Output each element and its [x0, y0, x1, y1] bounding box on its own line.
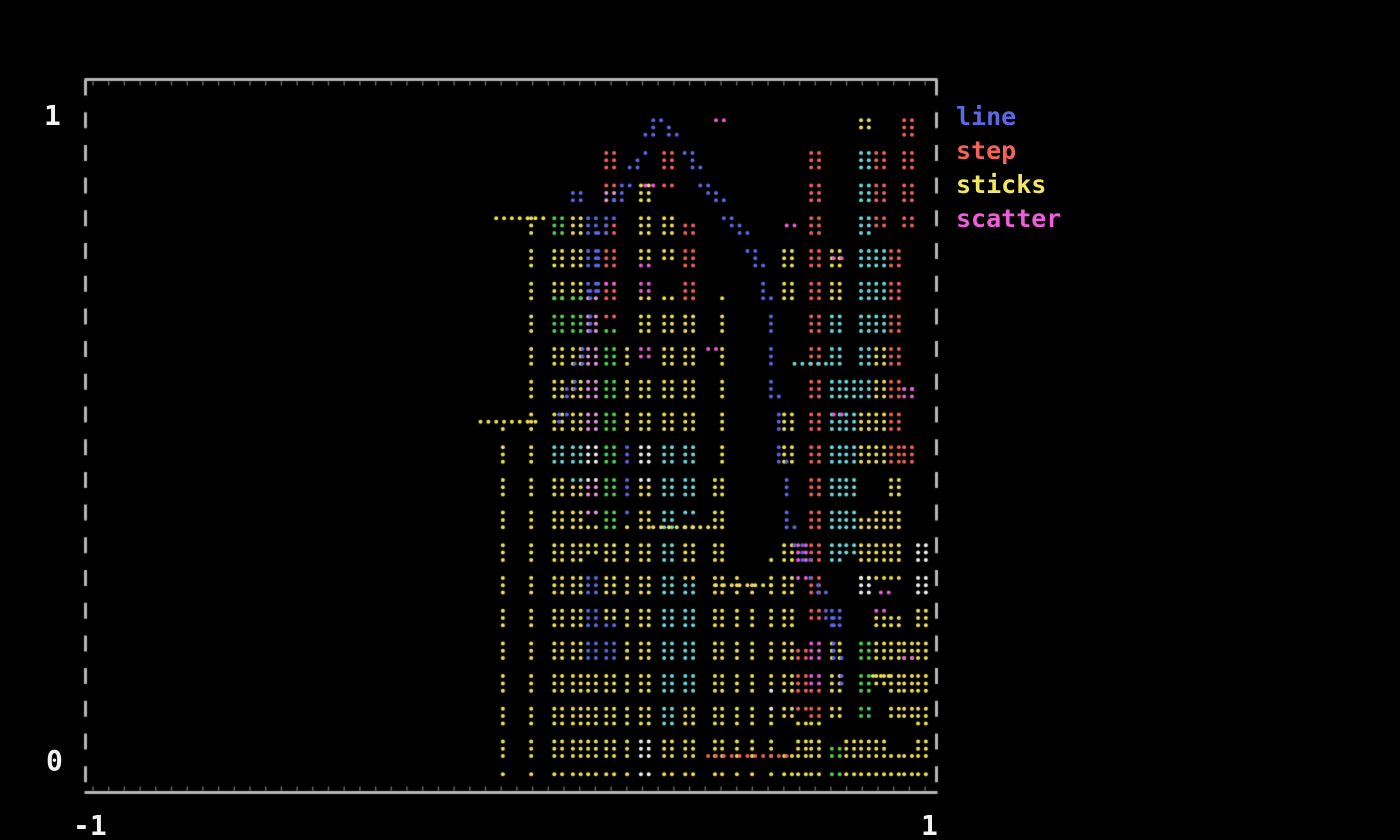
legend-item-scatter: scatter: [956, 202, 1061, 236]
x-axis-right-tick-label: 1: [921, 812, 938, 840]
plot-canvas: [0, 0, 1400, 840]
legend-item-sticks: sticks: [956, 168, 1061, 202]
legend-item-line: line: [956, 100, 1061, 134]
x-axis-left-tick-label: -1: [73, 812, 107, 840]
legend-item-step: step: [956, 134, 1061, 168]
y-axis-top-tick-label: 1: [44, 102, 61, 130]
legend: line step sticks scatter: [956, 100, 1061, 236]
y-axis-bottom-tick-label: 0: [46, 747, 63, 775]
terminal-plot-screen: 1 0 -1 1 line step sticks scatter: [0, 0, 1400, 840]
